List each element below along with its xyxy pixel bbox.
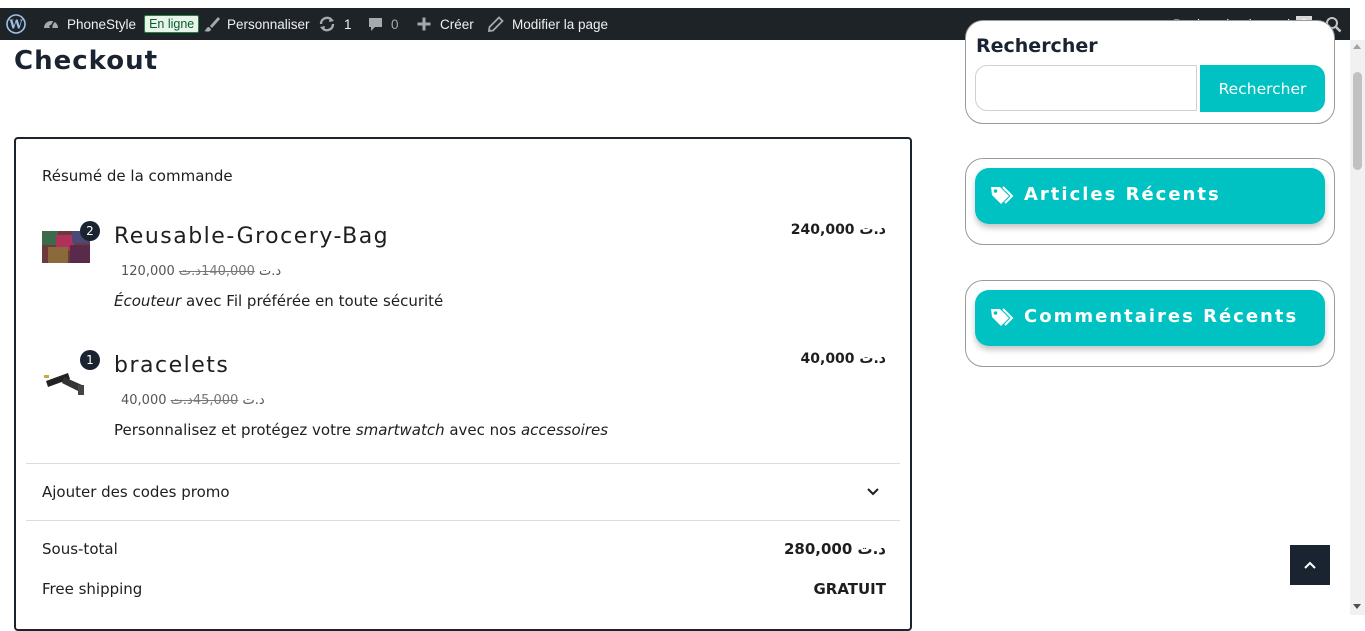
comment-icon	[369, 17, 382, 31]
scroll-up-arrow[interactable]	[1353, 44, 1361, 49]
comments-button[interactable]: 0	[367, 8, 399, 40]
scroll-down-arrow[interactable]	[1353, 604, 1361, 609]
divider	[26, 463, 900, 464]
arrow-up-icon	[1304, 561, 1316, 569]
product-description: Personnalisez et protégez votre smartwat…	[114, 421, 609, 439]
new-content-button[interactable]: Créer	[416, 8, 474, 40]
order-summary-title: Résumé de la commande	[42, 167, 233, 185]
promo-code-toggle[interactable]: Ajouter des codes promo	[42, 483, 230, 501]
edit-page-button[interactable]: Modifier la page	[487, 8, 608, 40]
product-prices: 40,000 د.ت 45,000د.ت	[121, 393, 265, 408]
product-prices: 120,000 د.ت 140,000د.ت	[121, 264, 281, 279]
product-name: Reusable-Grocery-Bag	[114, 224, 390, 249]
dashboard-icon	[44, 21, 58, 29]
wordpress-icon: W	[6, 14, 26, 34]
order-summary: Résumé de la commande 2 Reusable-Grocery…	[14, 137, 912, 631]
currency-symbol: د.ت	[258, 264, 282, 279]
brush-icon	[204, 17, 220, 32]
comments-count: 0	[391, 16, 399, 32]
sale-price: 40,000	[121, 393, 167, 408]
regular-price: 45,000د.ت	[170, 393, 239, 408]
back-to-top-button[interactable]	[1290, 545, 1330, 585]
edit-page-label: Modifier la page	[512, 16, 609, 32]
product-name: bracelets	[114, 353, 230, 378]
site-name: PhoneStyle	[67, 16, 137, 32]
top-strip	[0, 0, 1365, 8]
scrollbar-thumb[interactable]	[1353, 72, 1362, 170]
updates-button[interactable]: 1	[318, 8, 352, 40]
currency-symbol: د.ت	[242, 393, 265, 408]
updates-icon	[319, 16, 335, 32]
wordpress-menu[interactable]: W	[6, 8, 26, 40]
line-total: 40,000 د.ت	[800, 351, 886, 367]
tag-icon	[991, 308, 1014, 326]
quantity-badge: 1	[80, 350, 100, 370]
recent-comments-header: Commentaires Récents	[975, 290, 1325, 346]
subtotal-value: 280,000 د.ت	[783, 540, 886, 558]
sale-price: 120,000	[121, 264, 175, 279]
subtotal-label: Sous-total	[42, 540, 118, 558]
shipping-label: Free shipping	[42, 580, 143, 598]
quantity-badge: 2	[80, 221, 100, 241]
status-badge: En ligne	[144, 15, 200, 33]
line-total: 240,000 د.ت	[790, 222, 886, 238]
shipping-value: GRATUIT	[813, 580, 886, 598]
plus-icon	[417, 17, 431, 31]
svg-text:W: W	[8, 18, 23, 32]
chevron-down-icon[interactable]	[866, 487, 880, 497]
divider	[26, 520, 900, 521]
page-title: Checkout	[14, 46, 159, 76]
updates-count: 1	[344, 16, 352, 32]
customize-button[interactable]: Personnaliser	[203, 8, 310, 40]
site-name-menu[interactable]: PhoneStyle En ligne	[42, 8, 200, 40]
recent-posts-header: Articles Récents	[975, 168, 1325, 224]
customize-label: Personnaliser	[227, 16, 310, 32]
new-content-label: Créer	[440, 16, 474, 32]
tag-icon	[991, 186, 1014, 204]
regular-price: 140,000د.ت	[178, 264, 255, 279]
product-description: Écouteur avec Fil préférée en toute sécu…	[114, 292, 444, 310]
recent-posts-title: Articles Récents	[1024, 184, 1221, 205]
search-input[interactable]	[975, 65, 1197, 111]
recent-comments-title: Commentaires Récents	[1024, 306, 1299, 327]
pencil-icon	[487, 15, 504, 32]
search-heading: Rechercher	[976, 35, 1098, 57]
search-button[interactable]: Rechercher	[1200, 65, 1325, 112]
